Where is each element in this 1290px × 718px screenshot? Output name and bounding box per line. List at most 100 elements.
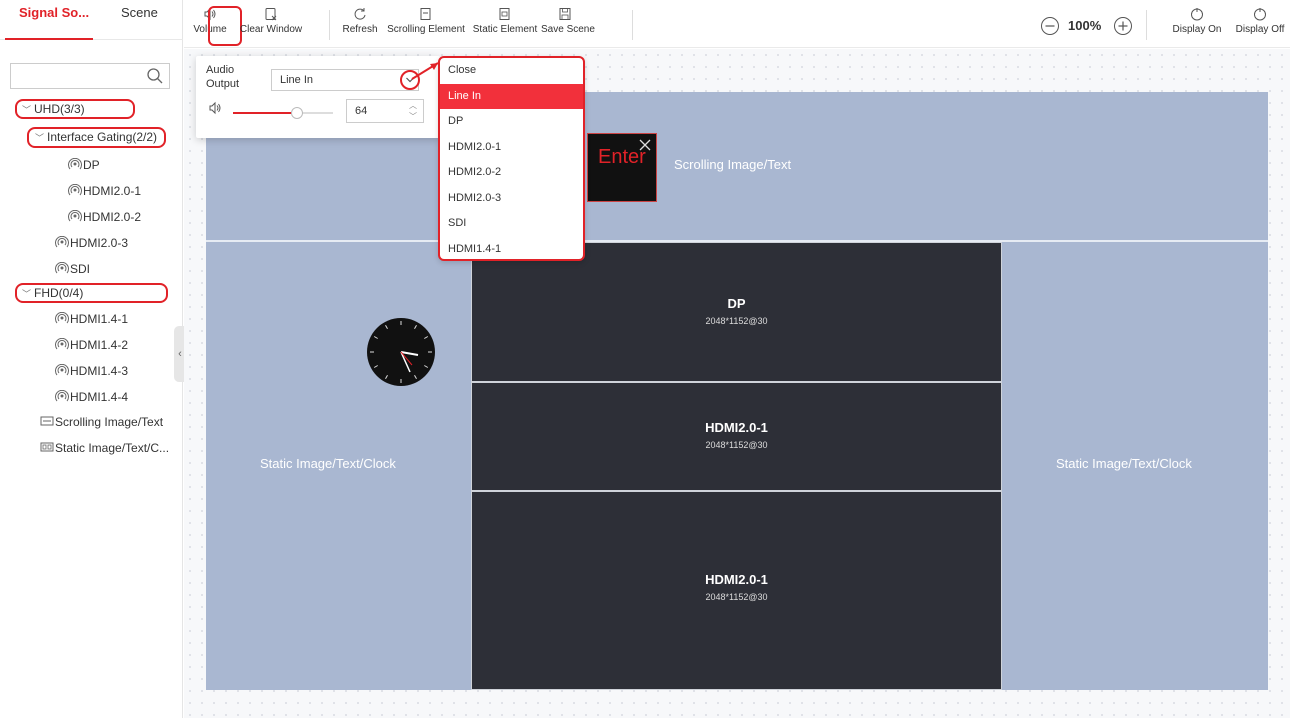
dropdown-option[interactable]: HDMI2.0-2 <box>440 160 583 186</box>
window-title: HDMI2.0-1 <box>705 420 768 435</box>
static-element-icon <box>499 8 510 20</box>
video-window-dp[interactable]: DP 2048*1152@30 <box>471 242 1002 382</box>
scrolling-text-preview[interactable]: Enter <box>587 133 657 202</box>
zoom-out-icon[interactable] <box>1040 16 1060 36</box>
tree-item-sdi[interactable]: SDI <box>55 259 90 279</box>
tab-scene[interactable]: Scene <box>108 0 178 40</box>
toolbar-divider <box>1146 10 1147 40</box>
tree-label: HDMI1.4-1 <box>70 312 129 326</box>
search-icon[interactable] <box>146 67 164 85</box>
highlight-fhd <box>15 283 168 303</box>
window-resolution: 2048*1152@30 <box>705 592 768 602</box>
tree-label: Static Image/Text/C... <box>55 441 170 455</box>
volume-slider-thumb[interactable] <box>291 107 303 119</box>
zoom-in-icon[interactable] <box>1113 16 1133 36</box>
tree-item-static-image-text-clock[interactable]: Static Image/Text/C... <box>40 438 169 458</box>
window-resolution: 2048*1152@30 <box>705 316 768 326</box>
tree-label: HDMI2.0-1 <box>83 184 142 198</box>
save-icon <box>559 8 571 20</box>
volume-slider-fill <box>233 112 297 114</box>
zoom-level: 100% <box>1068 18 1102 33</box>
sidebar: Signal So... Scene ﹀ UHD(3/3) ﹀ Interface … <box>0 0 183 718</box>
tree-label: HDMI1.4-4 <box>70 390 129 404</box>
scrolling-window-label: Scrolling Image/Text <box>674 157 792 172</box>
dropdown-option[interactable]: Close <box>440 58 583 84</box>
static-element-label: Static Element <box>472 24 538 35</box>
clear-window-button[interactable]: Clear Window <box>236 7 306 35</box>
display-on-label: Display On <box>1172 24 1222 35</box>
display-off-button[interactable]: Display Off <box>1232 7 1288 35</box>
tab-signal-source[interactable]: Signal So... <box>5 0 93 40</box>
audio-output-value: Line In <box>280 74 314 86</box>
tree-item-hdmi1-4-4[interactable]: HDMI1.4-4 <box>55 387 128 407</box>
window-title: DP <box>727 296 746 311</box>
video-window-hdmi2-0-1-a[interactable]: HDMI2.0-1 2048*1152@30 <box>471 382 1002 491</box>
tree-label: HDMI1.4-2 <box>70 338 129 352</box>
tree-label: HDMI2.0-3 <box>70 236 129 250</box>
tree-item-hdmi1-4-3[interactable]: HDMI1.4-3 <box>55 361 128 381</box>
power-on-icon <box>1191 8 1203 21</box>
video-window-hdmi2-0-1-b[interactable]: HDMI2.0-1 2048*1152@30 <box>471 491 1002 690</box>
save-scene-button[interactable]: Save Scene <box>541 7 595 35</box>
signal-icon <box>55 364 69 376</box>
sidebar-tabs: Signal So... Scene <box>0 0 183 40</box>
volume-panel: Audio Output Line In 64 ︿ ﹀ <box>196 56 440 138</box>
static-element-button[interactable]: Static Element <box>471 7 539 35</box>
clear-window-label: Clear Window <box>239 24 303 35</box>
dropdown-option[interactable]: SDI <box>440 211 583 237</box>
window-title: HDMI2.0-1 <box>705 572 768 587</box>
scrolling-element-button[interactable]: Scrolling Element <box>386 7 466 35</box>
toolbar: Volume Clear Window Refresh Scrolling El… <box>184 0 1290 48</box>
signal-icon <box>68 184 82 196</box>
volume-value: 64 <box>355 105 368 117</box>
display-on-button[interactable]: Display On <box>1170 7 1224 35</box>
tree-item-hdmi2-0-1[interactable]: HDMI2.0-1 <box>68 181 141 201</box>
tree-item-hdmi1-4-2[interactable]: HDMI1.4-2 <box>55 335 128 355</box>
tree-label: HDMI2.0-2 <box>83 210 142 224</box>
speaker-icon <box>209 101 221 115</box>
signal-icon <box>55 262 69 274</box>
signal-icon <box>68 158 82 170</box>
dropdown-option[interactable]: HDMI2.0-1 <box>440 135 583 161</box>
signal-icon <box>55 312 69 324</box>
save-scene-label: Save Scene <box>541 24 595 35</box>
static-window-left-label: Static Image/Text/Clock <box>260 456 396 471</box>
static-image-icon <box>40 442 54 452</box>
clear-window-icon <box>265 8 277 21</box>
audio-output-label: Audio Output <box>206 64 240 90</box>
static-window-right-label: Static Image/Text/Clock <box>1056 456 1192 471</box>
scrolling-element-label: Scrolling Element <box>387 24 465 35</box>
tree-item-hdmi2-0-3[interactable]: HDMI2.0-3 <box>55 233 128 253</box>
tree-item-dp[interactable]: DP <box>68 155 100 175</box>
dropdown-option[interactable]: HDMI1.4-1 <box>440 237 583 260</box>
volume-stepper[interactable]: 64 ︿ ﹀ <box>346 99 424 123</box>
dropdown-option[interactable]: Line In <box>440 83 583 109</box>
refresh-button[interactable]: Refresh <box>340 7 380 35</box>
refresh-icon <box>354 8 366 20</box>
stepper-arrows-icon[interactable]: ︿ ﹀ <box>409 100 417 122</box>
tree-item-scrolling-image-text[interactable]: Scrolling Image/Text <box>40 412 163 432</box>
tree-label: SDI <box>70 262 91 276</box>
tree-label: HDMI1.4-3 <box>70 364 129 378</box>
tree-label: DP <box>83 158 100 172</box>
tree-label: Scrolling Image/Text <box>55 415 164 429</box>
toolbar-divider <box>329 10 330 40</box>
dropdown-option[interactable]: DP <box>440 109 583 135</box>
tree-item-hdmi2-0-2[interactable]: HDMI2.0-2 <box>68 207 141 227</box>
signal-icon <box>55 390 69 402</box>
search-input[interactable] <box>10 63 170 89</box>
clock-icon[interactable] <box>366 317 436 387</box>
scrolling-text-icon <box>40 416 54 426</box>
window-resolution: 2048*1152@30 <box>705 440 768 450</box>
close-icon[interactable] <box>638 138 652 152</box>
refresh-label: Refresh <box>342 24 378 35</box>
toolbar-divider <box>632 10 633 40</box>
signal-icon <box>68 210 82 222</box>
volume-slider[interactable] <box>233 107 333 119</box>
highlight-uhd <box>15 99 135 119</box>
audio-output-select[interactable]: Line In <box>271 69 419 91</box>
tree-item-hdmi1-4-1[interactable]: HDMI1.4-1 <box>55 309 128 329</box>
dropdown-option[interactable]: HDMI2.0-3 <box>440 186 583 212</box>
arrow-annotation <box>411 62 439 80</box>
scrolling-element-icon <box>420 8 431 20</box>
